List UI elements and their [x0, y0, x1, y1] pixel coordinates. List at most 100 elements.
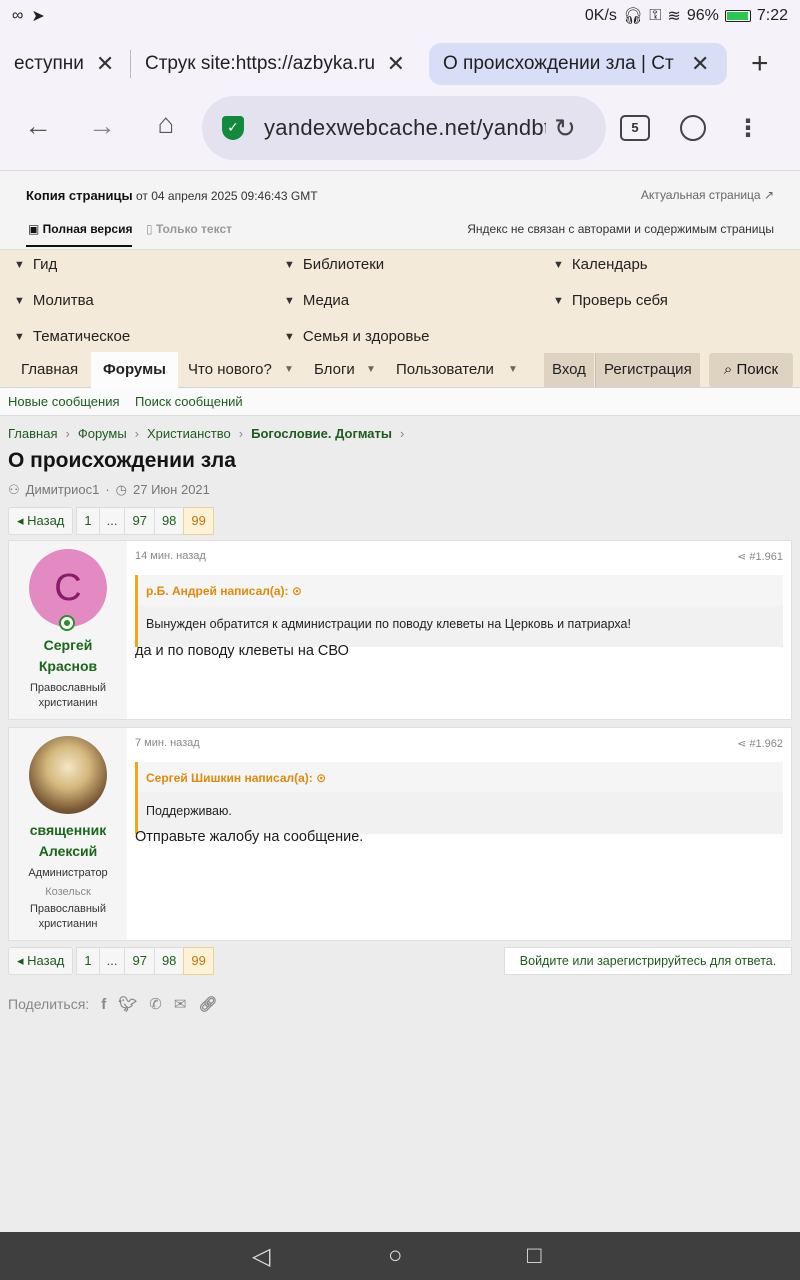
battery-icon [724, 10, 751, 22]
category-label: Проверь себя [571, 292, 668, 309]
clock-icon: ◷ [115, 482, 128, 497]
chevron-down-icon[interactable]: ▼ [508, 352, 518, 388]
quote-header[interactable]: р.Б. Андрей написал(а): ⊙ [146, 584, 302, 598]
page-link[interactable]: 1 [76, 947, 100, 975]
category-item[interactable]: ▼ Молитва [14, 292, 94, 309]
post-number[interactable]: ⋖ #1.961 [737, 550, 783, 563]
system-navigation-bar: ◁ ○ □ [0, 1232, 800, 1280]
status-left: ∞ ➤ [12, 6, 45, 26]
actual-page-link[interactable]: Актуальная страница ↗ [641, 188, 774, 202]
post-time[interactable]: 14 мин. назад [135, 550, 206, 562]
breadcrumb-item[interactable]: Христианство [147, 426, 231, 441]
page-link[interactable]: 97 [124, 507, 155, 535]
category-item[interactable]: ▼ Медиа [284, 292, 349, 309]
close-icon[interactable]: ✕ [691, 51, 709, 77]
chevron-right-icon: › [400, 426, 405, 441]
share-icon[interactable]: ⋖ [737, 551, 749, 563]
user-name[interactable]: Сергей Краснов [9, 635, 127, 677]
back-arrow-icon[interactable]: ← [6, 110, 70, 142]
new-posts-link[interactable]: Новые сообщения [8, 394, 120, 409]
post-number-label: #1.961 [749, 551, 783, 563]
page-link[interactable]: 98 [153, 947, 185, 975]
system-recents-icon[interactable]: □ [527, 1242, 542, 1270]
tab-strip: еступни ✕ Струк site:https://azbyka.ru ✕… [0, 32, 800, 96]
post-number[interactable]: ⋖ #1.962 [737, 737, 783, 750]
facebook-icon[interactable]: f [101, 996, 106, 1013]
thread-author[interactable]: Димитриос1 [26, 482, 100, 498]
system-back-icon[interactable]: ◁ [252, 1242, 270, 1271]
category-item[interactable]: ▼ Семья и здоровье [284, 328, 429, 345]
nav-whats-new[interactable]: Что нового? [176, 352, 284, 388]
share-icon[interactable]: ⋖ [737, 738, 749, 750]
category-item[interactable]: ▼ Проверь себя [553, 292, 668, 309]
external-link-icon: ↗ [763, 188, 774, 202]
forward-arrow-icon[interactable]: → [70, 110, 134, 142]
meta-separator: · [105, 482, 110, 497]
quote-text: Вынужден обратится к администрации по по… [138, 605, 783, 647]
reload-icon[interactable]: ↻ [554, 113, 576, 144]
wifi-icon: ≋ [667, 8, 681, 25]
more-menu-icon[interactable]: ⋮ [736, 114, 760, 143]
chevron-down-icon[interactable]: ▼ [284, 352, 294, 388]
mode-text-only[interactable]: ▯ Только текст [146, 222, 232, 236]
login-to-reply-link[interactable]: Войдите или зарегистрируйтесь для ответа… [504, 947, 792, 975]
tab-switcher-button[interactable]: 5 [620, 115, 650, 141]
link-icon[interactable]: 🔗︎ [198, 995, 217, 1013]
nav-users[interactable]: Пользователи [384, 352, 506, 388]
register-button[interactable]: Регистрация [595, 353, 700, 387]
url-text[interactable]: yandexwebcache.net/yandbtm? [264, 115, 546, 141]
page-link-current[interactable]: 99 [183, 507, 214, 535]
nav-home[interactable]: Главная [9, 352, 90, 388]
breadcrumb-item[interactable]: Форумы [78, 426, 127, 441]
telegram-icon: ➤ [31, 8, 45, 25]
avatar[interactable] [29, 736, 107, 814]
login-button[interactable]: Вход [544, 353, 594, 387]
nav-forums[interactable]: Форумы [91, 352, 178, 388]
quote-author: Сергей Шишкин написал(а): [146, 771, 313, 785]
address-bar[interactable]: ✓ yandexwebcache.net/yandbtm? ↻ [202, 96, 606, 160]
search-button[interactable]: ⌕ Поиск [709, 353, 793, 387]
email-icon[interactable]: ✉ [174, 995, 187, 1013]
category-item[interactable]: ▼ Календарь [553, 256, 648, 273]
chevron-down-icon: ▼ [284, 258, 295, 271]
pager-back-button[interactable]: ◂ Назад [8, 507, 74, 535]
breadcrumb-item[interactable]: Богословие. Догматы [251, 426, 392, 441]
profile-icon[interactable] [680, 115, 706, 141]
new-tab-button[interactable]: + [751, 47, 769, 81]
page-link[interactable]: 98 [153, 507, 185, 535]
page-ellipsis[interactable]: ... [98, 947, 126, 975]
category-item[interactable]: ▼ Библиотеки [284, 256, 384, 273]
post-text: да и по поводу клеветы на СВО [135, 643, 349, 659]
search-posts-link[interactable]: Поиск сообщений [135, 394, 243, 409]
sub-navigation: Новые сообщения Поиск сообщений [0, 388, 800, 416]
category-item[interactable]: ▼ Тематическое [14, 328, 130, 345]
user-name[interactable]: священник Алексий [9, 820, 127, 862]
tab-2[interactable]: Струк site:https://azbyka.ru ✕ [131, 43, 419, 85]
page-link-current[interactable]: 99 [183, 947, 214, 975]
infinity-icon: ∞ [12, 7, 24, 24]
cache-header: Копия страницы от 04 апреля 2025 09:46:4… [0, 170, 800, 250]
chevron-down-icon[interactable]: ▼ [366, 352, 376, 388]
tab-3-active[interactable]: О происхождении зла | Ст ✕ [429, 43, 727, 85]
page-ellipsis[interactable]: ... [98, 507, 126, 535]
battery-percent: 96% [686, 7, 719, 24]
category-item[interactable]: ▼ Гид [14, 256, 57, 273]
mode-full-version[interactable]: ▣ Полная версия [25, 222, 133, 247]
close-icon[interactable]: ✕ [387, 51, 405, 77]
home-icon[interactable]: ⌂ [134, 108, 198, 140]
close-icon[interactable]: ✕ [96, 51, 114, 77]
twitter-icon[interactable]: 🐦︎ [118, 995, 137, 1013]
tab-1[interactable]: еступни ✕ [0, 43, 130, 85]
page-link[interactable]: 97 [124, 947, 155, 975]
breadcrumb-item[interactable]: Главная [8, 426, 57, 441]
thread-date[interactable]: 27 Июн 2021 [133, 482, 210, 498]
chevron-down-icon: ▼ [553, 294, 564, 307]
system-home-icon[interactable]: ○ [388, 1242, 403, 1270]
whatsapp-icon[interactable]: ✆ [149, 995, 162, 1013]
page-link[interactable]: 1 [76, 507, 100, 535]
quote-header[interactable]: Сергей Шишкин написал(а): ⊙ [146, 771, 326, 785]
pager-back-button[interactable]: ◂ Назад [8, 947, 74, 975]
chevron-left-icon: ◂ [17, 513, 28, 528]
nav-blogs[interactable]: Блоги [302, 352, 367, 388]
post-time[interactable]: 7 мин. назад [135, 737, 200, 749]
